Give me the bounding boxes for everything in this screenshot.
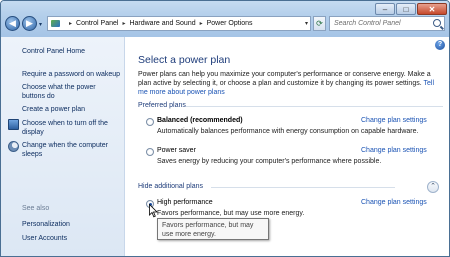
search-placeholder: Search Control Panel (334, 20, 401, 27)
sidebar-item-create-plan[interactable]: Create a power plan (22, 105, 85, 114)
refresh-button[interactable]: ⟳ (313, 16, 326, 31)
plan-radio-power-saver[interactable] (146, 148, 154, 156)
intro-text: Power plans can help you maximize your c… (138, 71, 431, 87)
help-icon[interactable]: ? (435, 40, 445, 50)
plan-tooltip: Favors performance, but may use more ene… (157, 218, 269, 240)
sidebar-item-require-password[interactable]: Require a password on wakeup (22, 70, 122, 79)
change-plan-settings-high-performance[interactable]: Change plan settings (361, 199, 427, 206)
control-panel-window: – □ ✕ ◀ ▶ ▾ ▸ Control Panel ▸ Hardware a… (0, 0, 450, 257)
address-bar[interactable]: ▸ Control Panel ▸ Hardware and Sound ▸ P… (47, 16, 311, 31)
recent-pages-dropdown[interactable]: ▾ (39, 21, 42, 28)
change-plan-settings-balanced[interactable]: Change plan settings (361, 117, 427, 124)
page-intro: Power plans can help you maximize your c… (138, 70, 443, 97)
preferred-plans-heading: Preferred plans (138, 102, 186, 109)
breadcrumb-control-panel[interactable]: Control Panel (76, 20, 118, 27)
sidebar: Control Panel Home Require a password on… (1, 37, 125, 256)
sidebar-item-control-panel-home[interactable]: Control Panel Home (22, 47, 85, 56)
preferred-plans-divider (186, 106, 443, 107)
maximize-button[interactable]: □ (396, 3, 416, 15)
additional-plans-divider (211, 187, 395, 188)
sidebar-item-turn-off-display[interactable]: Choose when to turn off the display (22, 119, 116, 137)
back-button[interactable]: ◀ (5, 16, 20, 31)
moon-icon (8, 141, 19, 152)
close-button[interactable]: ✕ (417, 3, 447, 15)
breadcrumb-power-options[interactable]: Power Options (207, 20, 253, 27)
plan-desc-power-saver: Saves energy by reducing your computer's… (157, 158, 382, 165)
address-dropdown-icon[interactable]: ▾ (305, 20, 308, 27)
crumb-separator[interactable]: ▸ (200, 20, 203, 27)
plan-name-balanced[interactable]: Balanced (recommended) (157, 117, 243, 124)
change-plan-settings-power-saver[interactable]: Change plan settings (361, 147, 427, 154)
search-input[interactable]: Search Control Panel (329, 16, 445, 31)
page-title: Select a power plan (138, 54, 231, 66)
crumb-separator: ▸ (69, 21, 73, 27)
sidebar-item-personalization[interactable]: Personalization (22, 220, 70, 229)
search-icon[interactable] (433, 19, 441, 27)
see-also-heading: See also (22, 205, 50, 212)
forward-button[interactable]: ▶ (22, 16, 37, 31)
sidebar-item-computer-sleeps[interactable]: Change when the computer sleeps (22, 141, 116, 159)
plan-desc-balanced: Automatically balances performance with … (157, 128, 419, 135)
monitor-icon (8, 119, 19, 130)
control-panel-icon (51, 19, 61, 28)
plan-name-power-saver[interactable]: Power saver (157, 147, 196, 154)
sidebar-item-power-buttons[interactable]: Choose what the power buttons do (22, 83, 112, 101)
plan-name-high-performance[interactable]: High performance (157, 199, 213, 206)
caption-buttons: – □ ✕ (375, 3, 447, 15)
breadcrumb-hardware-and-sound[interactable]: Hardware and Sound (129, 20, 195, 27)
mouse-cursor-icon (149, 204, 158, 218)
sidebar-item-user-accounts[interactable]: User Accounts (22, 234, 67, 243)
additional-plans-heading[interactable]: Hide additional plans (138, 183, 203, 190)
crumb-separator[interactable]: ▸ (122, 20, 125, 27)
plan-radio-balanced[interactable] (146, 118, 154, 126)
plan-desc-high-performance: Favors performance, but may use more ene… (157, 210, 305, 217)
minimize-button[interactable]: – (375, 3, 395, 15)
collapse-plans-button[interactable]: ⌃ (427, 181, 439, 193)
title-bar: – □ ✕ ◀ ▶ ▾ ▸ Control Panel ▸ Hardware a… (1, 1, 449, 37)
